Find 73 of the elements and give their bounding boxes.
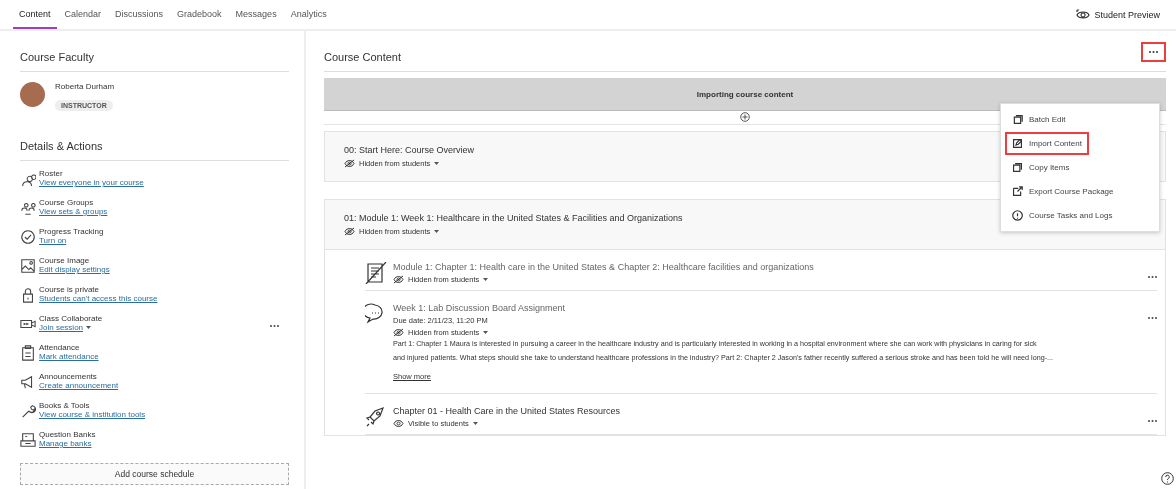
menu-item[interactable]: Copy Items: [1005, 156, 1077, 179]
folder-title[interactable]: 01: Module 1: Week 1: Healthcare in the United States & Facilities and Organizations: [344, 213, 683, 223]
import-icon: [1012, 138, 1023, 149]
menu-item[interactable]: Batch Edit: [1005, 108, 1073, 131]
detail-label: Question Banks: [39, 430, 97, 439]
nav-tab[interactable]: Calendar: [58, 0, 108, 29]
nav-tab[interactable]: Analytics: [284, 0, 333, 29]
section-title: Course Faculty: [20, 51, 289, 72]
detail-label: Class Collaborate: [39, 314, 104, 323]
caret-icon[interactable]: [483, 278, 489, 281]
menu-item[interactable]: Export Course Package: [1005, 180, 1121, 203]
avatar: [20, 82, 45, 107]
eye-slash-icon: [344, 159, 355, 168]
content-item-title[interactable]: Week 1: Lab Discussion Board Assignment: [393, 303, 1142, 313]
lock-icon: [20, 287, 36, 303]
menu-item[interactable]: Course Tasks and Logs: [1005, 204, 1120, 227]
export-icon: [1012, 186, 1023, 197]
banner-text: Importing course content: [696, 89, 794, 99]
detail-link[interactable]: Create announcement: [39, 381, 119, 390]
groups-icon: [20, 200, 36, 216]
detail-label: Roster: [39, 169, 64, 178]
eye-slash-icon: [344, 227, 355, 236]
caret-icon[interactable]: [434, 162, 440, 165]
help-icon[interactable]: [1161, 472, 1174, 485]
content-item-title[interactable]: Module 1: Chapter 1: Health care in the United States & Chapter 2: Healthcare facilities and organizations: [393, 262, 1142, 272]
faculty-name: Roberta Durham: [55, 82, 115, 91]
add-course-schedule-button[interactable]: Add course schedule: [20, 463, 289, 485]
copy-icon: [1012, 162, 1023, 173]
detail-link[interactable]: Mark attendance: [39, 352, 99, 361]
image-icon: [20, 258, 36, 274]
folder-title[interactable]: 00: Start Here: Course Overview: [344, 145, 475, 155]
detail-label: Course Groups: [39, 198, 95, 207]
detail-label: Course Image: [39, 256, 91, 265]
detail-link[interactable]: View course & institution tools: [39, 410, 146, 419]
detail-label: Books & Tools: [39, 401, 91, 410]
detail-link[interactable]: Edit display settings: [39, 265, 110, 274]
content-item-title[interactable]: Chapter 01 - Health Care in the United States Resources: [393, 406, 1142, 416]
nav-tab[interactable]: Content: [13, 0, 57, 29]
caret-icon[interactable]: [434, 230, 440, 233]
detail-link[interactable]: View sets & groups: [39, 207, 108, 216]
detail-label: Course is private: [39, 285, 101, 294]
eye-icon: [1076, 8, 1091, 21]
attendance-icon: [20, 345, 36, 361]
resource-icon: [365, 406, 387, 428]
detail-label: Progress Tracking: [39, 227, 105, 236]
student-preview-button[interactable]: Student Preview: [1070, 7, 1166, 22]
caret-icon[interactable]: [483, 331, 489, 334]
eye-icon: [393, 419, 404, 428]
section-title: Details & Actions: [20, 140, 289, 161]
roster-icon: [20, 171, 36, 187]
caret-icon[interactable]: [86, 326, 92, 329]
add-icon[interactable]: [740, 112, 750, 122]
menu-item[interactable]: Import Content: [1005, 132, 1089, 155]
detail-link[interactable]: Manage banks: [39, 439, 92, 448]
more-options-button[interactable]: [1141, 42, 1166, 62]
eye-slash-icon: [393, 328, 404, 337]
detail-link[interactable]: Join session: [39, 323, 84, 332]
eye-slash-icon: [393, 275, 404, 284]
nav-tab[interactable]: Gradebook: [171, 0, 228, 29]
banks-icon: [20, 432, 36, 448]
detail-link[interactable]: Turn on: [39, 236, 67, 245]
section-title: Course Content: [324, 51, 402, 65]
nav-tab[interactable]: Discussions: [109, 0, 170, 29]
nav-tab[interactable]: Messages: [229, 0, 283, 29]
detail-label: Attendance: [39, 343, 81, 352]
logs-icon: [1012, 210, 1023, 221]
detail-label: Announcements: [39, 372, 98, 381]
detail-link[interactable]: Students can't access this course: [39, 294, 158, 303]
caret-icon[interactable]: [472, 422, 478, 425]
progress-icon: [20, 229, 36, 245]
batch-icon: [1012, 114, 1023, 125]
detail-link[interactable]: View everyone in your course: [39, 178, 144, 187]
document-icon: [365, 262, 387, 284]
